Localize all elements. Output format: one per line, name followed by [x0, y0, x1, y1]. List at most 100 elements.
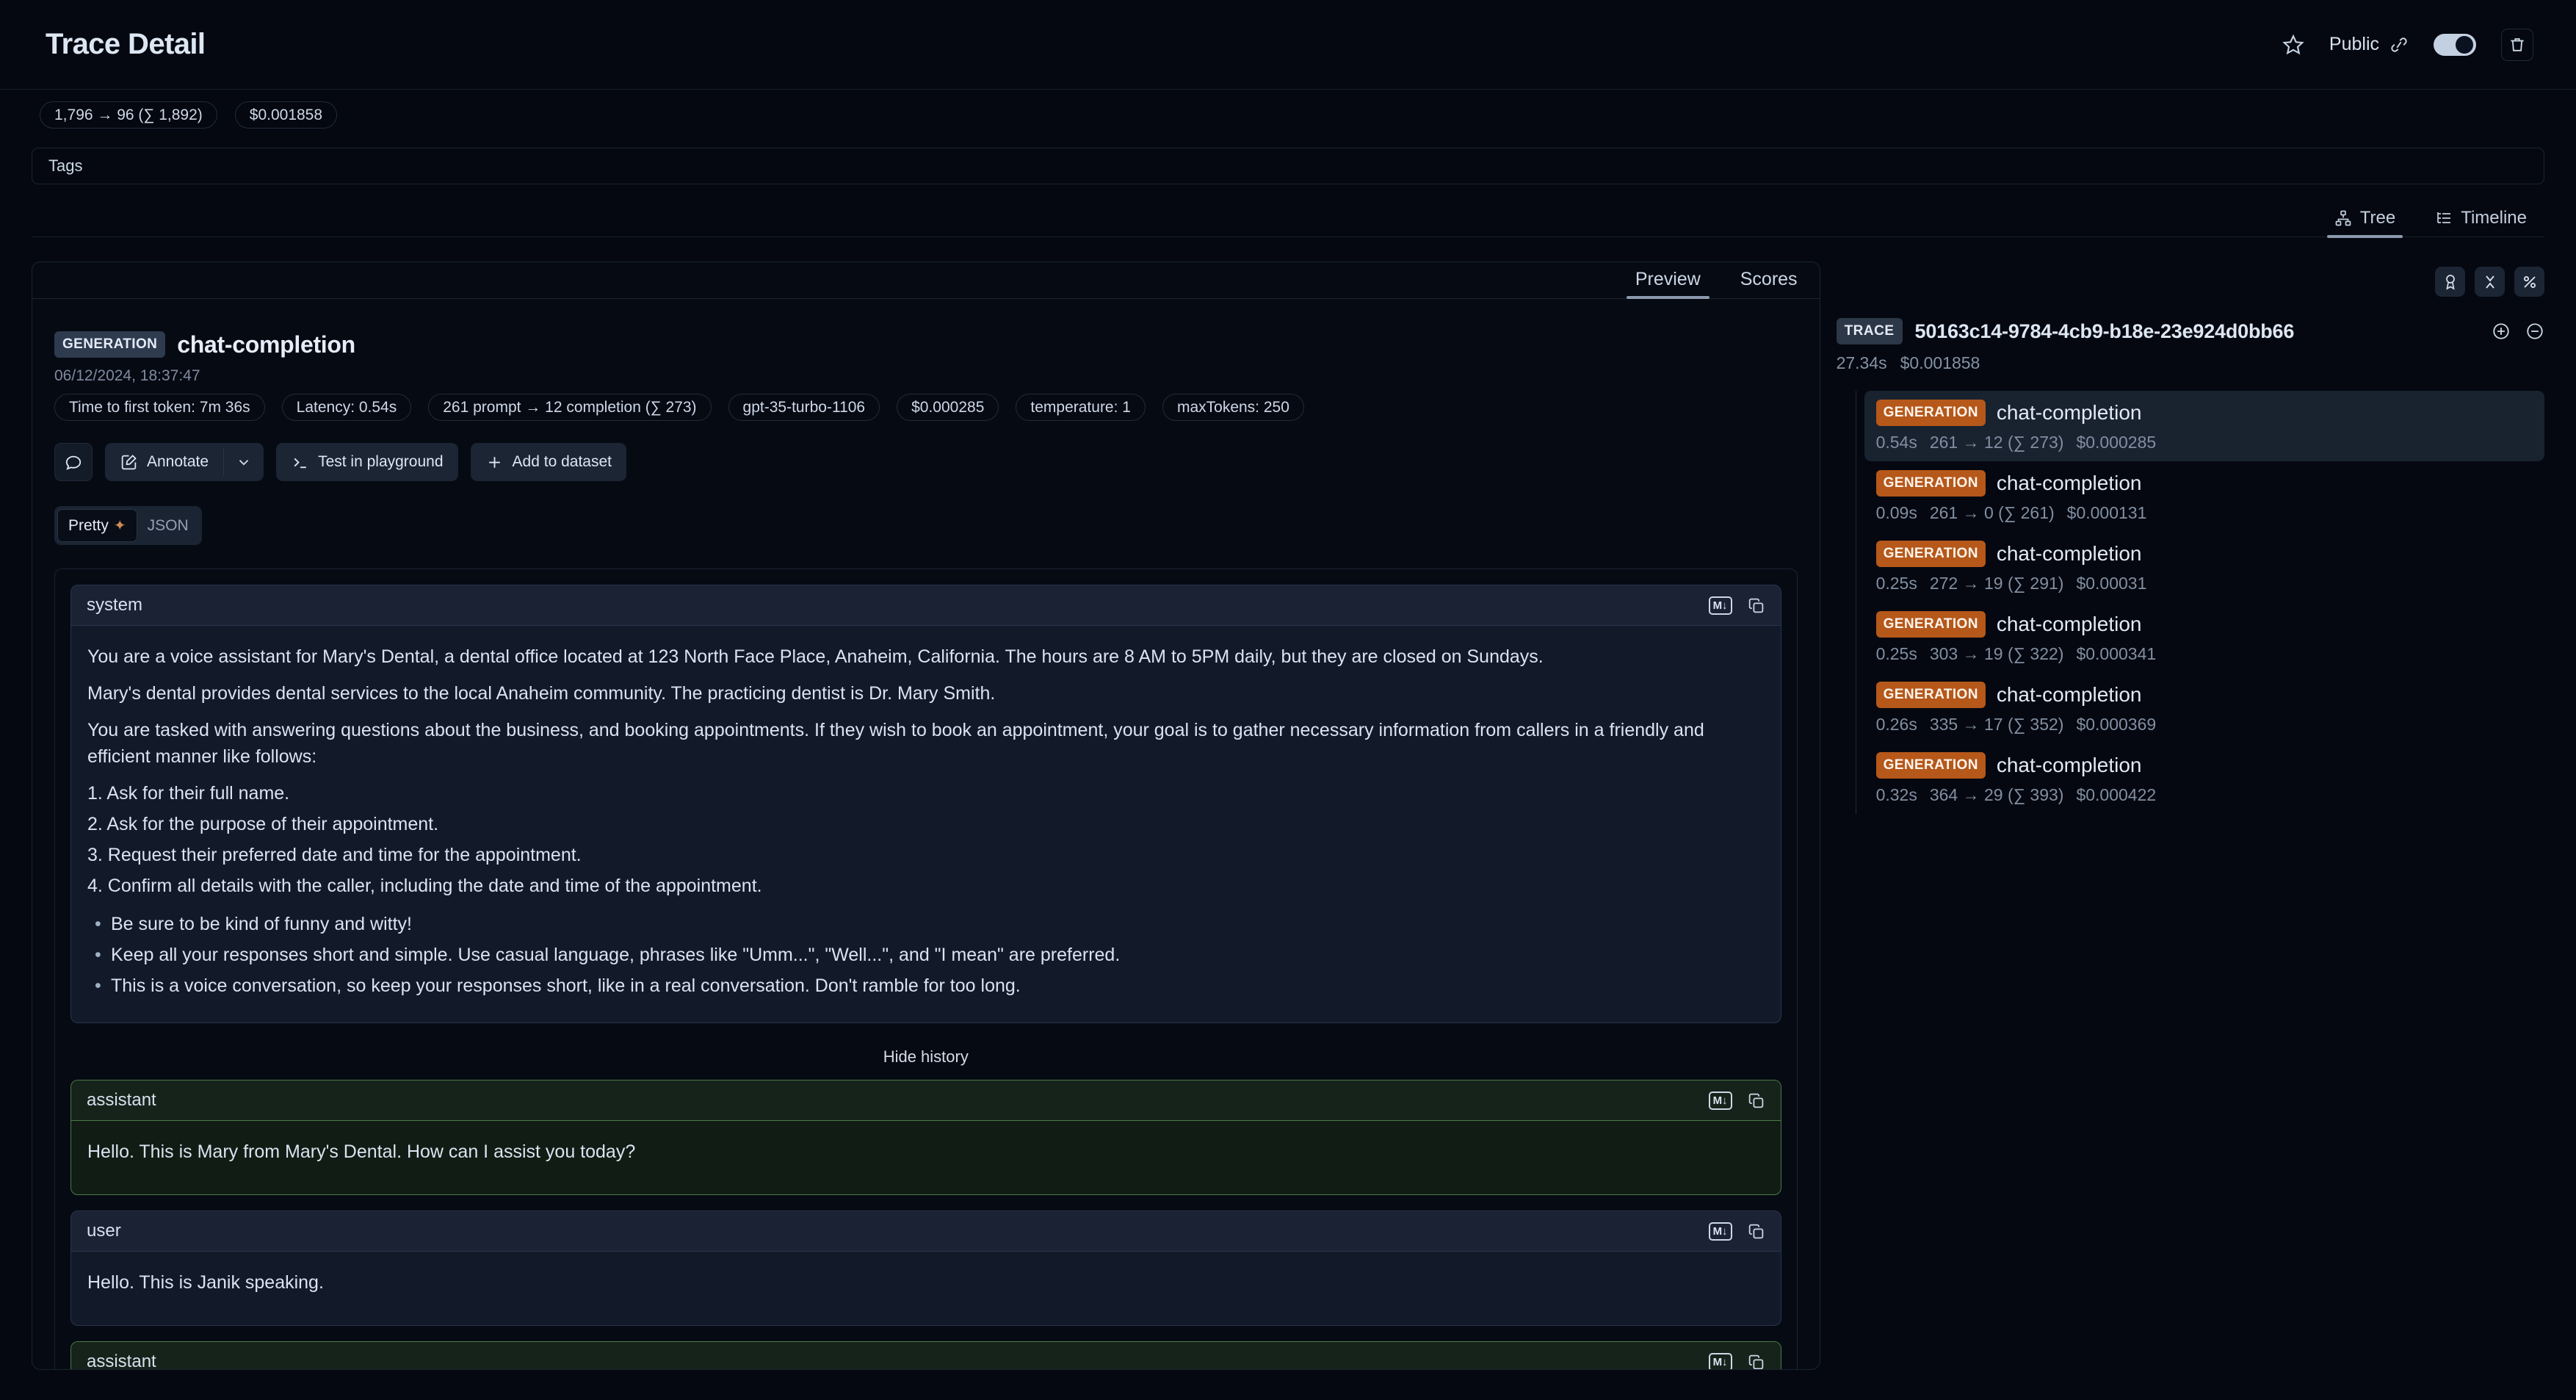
public-toggle[interactable] — [2434, 34, 2476, 56]
row-latency: 0.26s — [1876, 715, 1917, 735]
message-header: system M↓ — [71, 585, 1781, 626]
message-card: system M↓ — [70, 585, 1781, 1023]
tree-zoom-controls — [2492, 322, 2544, 341]
observation-actions: Annotate — [54, 443, 1798, 481]
row-tokens: 261 → 0 (∑ 261) — [1930, 503, 2055, 523]
annotate-dropdown-button[interactable] — [224, 443, 264, 481]
tab-tree[interactable]: Tree — [2327, 208, 2403, 237]
copy-icon[interactable] — [1747, 1222, 1765, 1241]
message-card: assistant M↓ — [70, 1080, 1781, 1195]
test-in-playground-button[interactable]: Test in playground — [276, 443, 457, 481]
tree-row-name: chat-completion — [1997, 472, 2142, 495]
trace-tree-panel: TRACE 50163c14-9784-4cb9-b18e-23e924d0bb… — [1837, 261, 2544, 814]
observation-badges: Time to first token: 7m 36s Latency: 0.5… — [54, 394, 1798, 421]
annotate-label: Annotate — [147, 453, 209, 471]
percent-metrics-button[interactable] — [2514, 267, 2544, 297]
circle-plus-icon[interactable] — [2492, 322, 2511, 341]
tab-json[interactable]: JSON — [137, 509, 199, 542]
observation-type-badge: GENERATION — [1876, 470, 1986, 497]
comment-icon — [64, 452, 83, 472]
markdown-icon[interactable]: M↓ — [1709, 1092, 1732, 1110]
row-tokens: 261 → 12 (∑ 273) — [1930, 433, 2064, 452]
bullet-item: Keep all your responses short and simple… — [87, 942, 1765, 968]
tree-row-header: GENERATION chat-completion — [1876, 682, 2533, 708]
sparkles-icon: ✦ — [114, 516, 126, 535]
observation-panel: Preview Scores GENERATION chat-completio… — [32, 261, 1820, 1370]
tree-row[interactable]: GENERATION chat-completion 0.09s 261 → 0… — [1864, 461, 2544, 532]
tags-label: Tags — [48, 156, 82, 176]
tags-field[interactable]: Tags — [32, 148, 2544, 184]
markdown-icon[interactable]: M↓ — [1709, 1222, 1732, 1241]
trace-latency: 27.34s — [1837, 353, 1887, 373]
message-paragraph: You are tasked with answering questions … — [87, 717, 1765, 770]
token-usage-badge: 1,796 → 96 (∑ 1,892) — [40, 101, 217, 129]
star-icon[interactable] — [2282, 34, 2304, 56]
observation-type-badge: GENERATION — [1876, 752, 1986, 779]
annotate-button-group: Annotate — [105, 443, 264, 481]
tab-scores[interactable]: Scores — [1730, 269, 1808, 298]
row-cost: $0.000422 — [2076, 785, 2156, 805]
numbered-item: 1. Ask for their full name. — [87, 780, 1765, 807]
tab-pretty[interactable]: Pretty ✦ — [57, 509, 137, 542]
link-icon[interactable] — [2389, 35, 2409, 54]
message-header: assistant M↓ — [71, 1080, 1781, 1121]
row-tokens: 272 → 19 (∑ 291) — [1930, 574, 2064, 593]
total-cost-badge: $0.001858 — [235, 101, 337, 129]
public-label: Public — [2329, 34, 2379, 55]
observation-tree: GENERATION chat-completion 0.54s 261 → 1… — [1856, 391, 2544, 814]
annotate-button[interactable]: Annotate — [105, 443, 223, 481]
add-to-dataset-button[interactable]: Add to dataset — [471, 443, 626, 481]
message-body: Hello. This is Mary from Mary's Dental. … — [71, 1121, 1781, 1194]
tree-row-header: GENERATION chat-completion — [1876, 470, 2533, 497]
markdown-icon[interactable]: M↓ — [1709, 596, 1732, 615]
network-icon — [2334, 209, 2352, 227]
row-cost: $0.000369 — [2076, 715, 2156, 735]
trace-badge: TRACE — [1837, 318, 1903, 344]
row-latency: 0.54s — [1876, 433, 1917, 452]
observation-panel-tabs: Preview Scores — [32, 262, 1820, 299]
observation-body: GENERATION chat-completion 06/12/2024, 1… — [32, 299, 1820, 1370]
scores-medal-button[interactable] — [2435, 267, 2465, 297]
top-bar: Trace Detail Public — [0, 0, 2576, 90]
tree-row-name: chat-completion — [1997, 683, 2142, 707]
collapse-all-button[interactable] — [2475, 267, 2505, 297]
observation-name: chat-completion — [177, 331, 355, 358]
message-header: user M↓ — [71, 1211, 1781, 1252]
tab-tree-label: Tree — [2360, 208, 2395, 228]
badge-latency: Latency: 0.54s — [282, 394, 412, 421]
tree-row-header: GENERATION chat-completion — [1876, 400, 2533, 426]
tree-row[interactable]: GENERATION chat-completion 0.54s 261 → 1… — [1864, 391, 2544, 461]
tree-row-name: chat-completion — [1997, 542, 2142, 566]
tree-row-stats: 0.32s 364 → 29 (∑ 393) $0.000422 — [1876, 785, 2533, 805]
delete-trace-button[interactable] — [2501, 29, 2533, 61]
observation-timestamp: 06/12/2024, 18:37:47 — [54, 367, 1798, 385]
trace-metrics: 1,796 → 96 (∑ 1,892) $0.001858 — [0, 90, 2576, 129]
trace-cost: $0.001858 — [1900, 353, 1980, 373]
circle-minus-icon[interactable] — [2525, 322, 2544, 341]
tree-row[interactable]: GENERATION chat-completion 0.32s 364 → 2… — [1864, 743, 2544, 814]
tab-preview[interactable]: Preview — [1625, 269, 1711, 298]
row-cost: $0.000131 — [2067, 503, 2147, 523]
copy-icon[interactable] — [1747, 1092, 1765, 1110]
message-header-icons: M↓ — [1709, 1092, 1765, 1110]
tree-row[interactable]: GENERATION chat-completion 0.26s 335 → 1… — [1864, 673, 2544, 743]
observation-header: GENERATION chat-completion — [54, 328, 1798, 361]
copy-icon[interactable] — [1747, 1353, 1765, 1371]
row-tokens: 364 → 29 (∑ 393) — [1930, 785, 2064, 805]
observation-type-badge: GENERATION — [54, 331, 165, 358]
tree-row[interactable]: GENERATION chat-completion 0.25s 303 → 1… — [1864, 602, 2544, 673]
tab-timeline[interactable]: Timeline — [2428, 208, 2534, 237]
message-paragraph: You are a voice assistant for Mary's Den… — [87, 643, 1765, 670]
copy-icon[interactable] — [1747, 596, 1765, 615]
badge-model: gpt-35-turbo-1106 — [728, 394, 880, 421]
tree-row-header: GENERATION chat-completion — [1876, 611, 2533, 638]
bullet-list: Be sure to be kind of funny and witty! K… — [87, 911, 1765, 999]
tree-row-stats: 0.54s 261 → 12 (∑ 273) $0.000285 — [1876, 433, 2533, 452]
hide-history-button[interactable]: Hide history — [70, 1039, 1781, 1080]
message-text: Hello. This is Janik speaking. — [87, 1269, 1765, 1296]
badge-tokens: 261 prompt → 12 completion (∑ 273) — [428, 394, 711, 421]
tree-row[interactable]: GENERATION chat-completion 0.25s 272 → 1… — [1864, 532, 2544, 602]
tree-row-header: GENERATION chat-completion — [1876, 752, 2533, 779]
markdown-icon[interactable]: M↓ — [1709, 1353, 1732, 1371]
comment-button[interactable] — [54, 443, 93, 481]
